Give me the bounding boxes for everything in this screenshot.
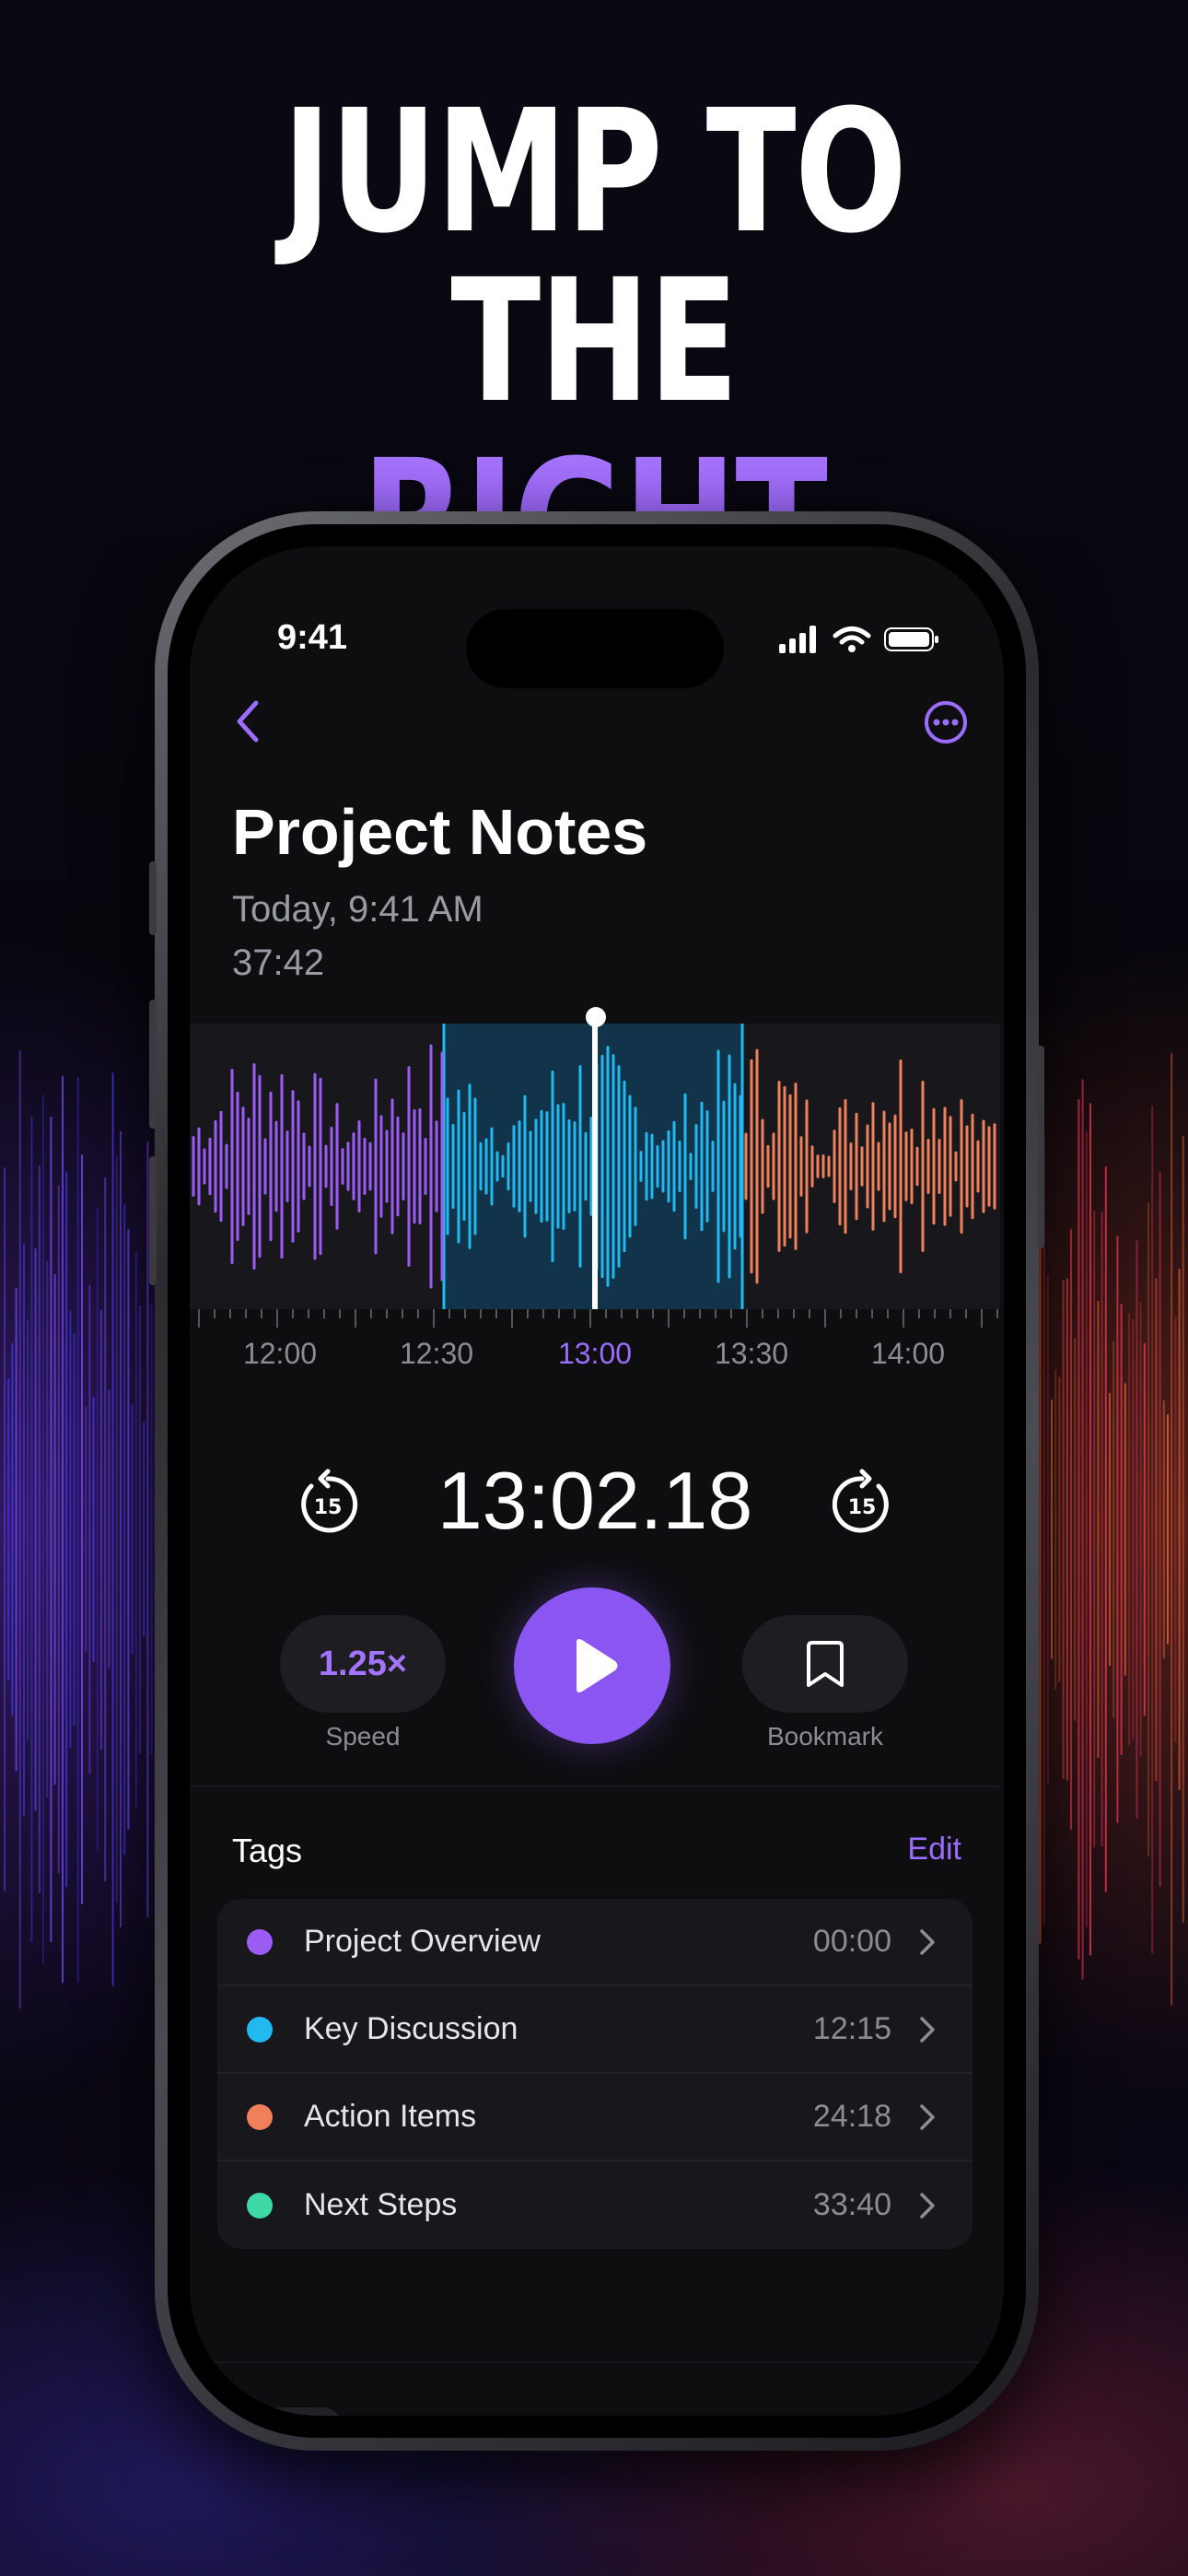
tag-name: Next Steps xyxy=(304,2187,458,2222)
tag-name: Key Discussion xyxy=(304,2011,518,2046)
bookmark-button[interactable] xyxy=(742,1615,908,1713)
phone-frame: 9:41 Project Notes Today, 9:41 AM 37:42 … xyxy=(149,511,1044,2451)
recording-title: Project Notes xyxy=(232,796,648,868)
tags-heading: Tags xyxy=(232,1832,303,1869)
tag-color-dot xyxy=(247,2192,273,2219)
back-chevron-icon[interactable] xyxy=(225,694,271,749)
tag-color-dot xyxy=(247,2016,273,2043)
tag-time: 33:40 xyxy=(812,2187,891,2222)
playhead-knob[interactable] xyxy=(586,1007,606,1027)
dynamic-island xyxy=(466,609,724,688)
tags-edit-button[interactable]: Edit xyxy=(907,1832,961,1868)
more-options-icon[interactable] xyxy=(923,699,969,745)
tag-color-dot xyxy=(247,1928,273,1955)
skip-forward-15-icon[interactable]: 15 xyxy=(825,1468,899,1541)
timeline-label: 12:30 xyxy=(399,1337,474,1370)
wifi-icon xyxy=(833,626,871,652)
waveform-scrubber[interactable] xyxy=(190,1024,1000,1309)
timeline-label: 14:00 xyxy=(870,1337,946,1370)
recording-date: Today, 9:41 AM xyxy=(232,889,483,930)
play-icon xyxy=(577,1639,618,1692)
tag-name: Project Overview xyxy=(304,1924,541,1959)
speed-button[interactable]: 1.25× xyxy=(280,1615,446,1713)
tag-time: 24:18 xyxy=(812,2099,891,2134)
timeline-ticks xyxy=(198,1309,998,1328)
divider xyxy=(190,1786,1000,1787)
recording-duration: 37:42 xyxy=(232,943,325,983)
signal-icon xyxy=(779,626,816,653)
tag-time: 00:00 xyxy=(812,1924,891,1959)
tag-row-action-items[interactable]: Action Items 24:18 xyxy=(217,2074,973,2161)
timeline-label: 12:00 xyxy=(242,1337,318,1370)
app-screen: 9:41 Project Notes Today, 9:41 AM 37:42 … xyxy=(190,546,1004,2416)
phone-side-button xyxy=(1037,1046,1044,1248)
bookmark-label: Bookmark xyxy=(766,1722,884,1751)
timeline-labels: 12:00 12:30 13:00 13:30 14:00 xyxy=(190,1337,1000,1383)
battery-icon xyxy=(884,627,938,651)
chevron-right-icon xyxy=(920,2192,935,2219)
bookmark-icon xyxy=(807,1641,844,1687)
skip-forward-value: 15 xyxy=(848,1496,877,1519)
tag-name: Action Items xyxy=(304,2099,477,2134)
speed-label: Speed xyxy=(325,1722,401,1751)
status-time: 9:41 xyxy=(277,618,348,657)
phone-volume-down xyxy=(149,1156,157,1285)
toolbar-delete-button[interactable] xyxy=(847,2407,943,2416)
chevron-right-icon xyxy=(920,2016,935,2043)
tag-row-next-steps[interactable]: Next Steps 33:40 xyxy=(217,2161,973,2249)
toolbar-list-button[interactable] xyxy=(648,2407,744,2416)
waveform-graphic xyxy=(192,1024,996,1309)
timeline-label: 13:30 xyxy=(714,1337,789,1370)
toolbar-divider xyxy=(190,2361,1000,2363)
tag-row-project-overview[interactable]: Project Overview 00:00 xyxy=(217,1899,973,1986)
status-icons xyxy=(779,626,939,653)
tag-time: 12:15 xyxy=(812,2011,891,2046)
toolbar-sliders-button[interactable] xyxy=(247,2407,343,2416)
chevron-right-icon xyxy=(920,2103,935,2130)
timeline-label-active: 13:00 xyxy=(557,1337,633,1370)
play-button[interactable] xyxy=(514,1587,670,1744)
chevron-right-icon xyxy=(920,1928,935,1955)
headline-line-1: JUMP TO THE xyxy=(282,74,907,440)
phone-action-button xyxy=(149,861,157,935)
tag-list: Project Overview 00:00 Key Discussion 12… xyxy=(217,1899,973,2249)
tag-color-dot xyxy=(247,2103,273,2130)
toolbar-waveform-button[interactable] xyxy=(444,2407,540,2416)
phone-volume-up xyxy=(149,1000,157,1129)
tag-row-key-discussion[interactable]: Key Discussion 12:15 xyxy=(217,1986,973,2074)
